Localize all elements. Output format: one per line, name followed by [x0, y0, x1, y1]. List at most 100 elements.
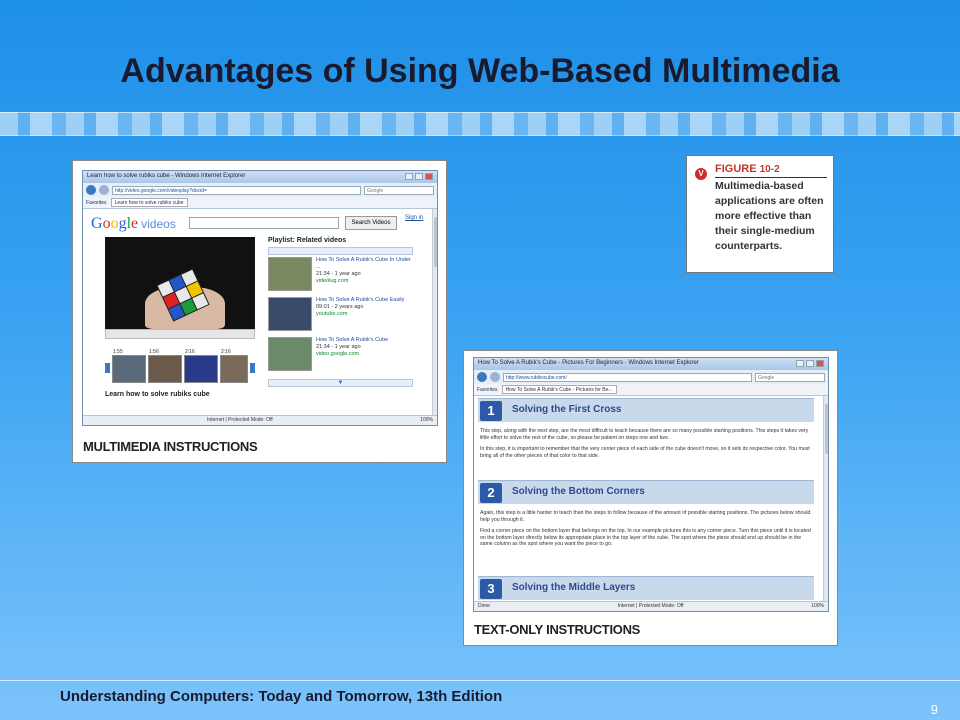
zoom-level[interactable]: 100% [811, 603, 824, 610]
browser-titlebar: Learn how to solve rubiks cube - Windows… [83, 171, 437, 183]
section-number: 3 [480, 579, 502, 599]
address-bar-row: http://www.rubikscube.com/ Google [474, 370, 828, 384]
zoom-level[interactable]: 100% [420, 417, 433, 424]
maximize-icon[interactable] [415, 173, 423, 180]
figure-word: FIGURE [715, 163, 757, 175]
section-header: 3 Solving the Middle Layers [478, 576, 814, 600]
chapter-thumbnail-strip: 1:55 1:56 2:16 2:16 [105, 349, 255, 385]
page-scrollbar[interactable] [432, 209, 437, 417]
forward-arrow-icon[interactable] [490, 372, 500, 382]
browser-tab[interactable]: How To Solve A Rubik's Cube - Pictures f… [501, 385, 617, 394]
chapter-thumbnail[interactable] [148, 355, 182, 383]
page-scrollbar[interactable] [823, 396, 828, 603]
text-instructions-page: 1 Solving the First Cross This step, alo… [474, 396, 828, 603]
status-zone: Internet | Protected Mode: Off [617, 603, 684, 609]
back-arrow-icon[interactable] [86, 185, 96, 195]
section-heading: Solving the Middle Layers [512, 582, 636, 593]
browser-search-input[interactable]: Google [755, 372, 825, 382]
video-thumbnail[interactable] [268, 297, 312, 331]
chapter-thumbnail[interactable] [112, 355, 146, 383]
playlist-item[interactable]: How To Solve A Rubik's Cube 21:34 - 1 ye… [268, 337, 413, 375]
video-controls-bar[interactable] [105, 329, 255, 339]
sign-in-link[interactable]: Sign in [405, 215, 423, 221]
window-controls [796, 360, 824, 368]
video-search-input[interactable] [189, 217, 339, 229]
favorites-button[interactable]: Favorites [477, 387, 498, 393]
section-heading: Solving the Bottom Corners [512, 486, 645, 497]
playlist-item-title[interactable]: How To Solve A Rubik's Cube In Under ... [316, 257, 411, 271]
section-header: 2 Solving the Bottom Corners [478, 480, 814, 504]
favorites-button[interactable]: Favorites [86, 200, 107, 206]
footer-divider [0, 680, 960, 681]
minimize-icon[interactable] [796, 360, 804, 367]
panel-caption: MULTIMEDIA INSTRUCTIONS [83, 439, 258, 454]
back-arrow-icon[interactable] [477, 372, 487, 382]
playlist-item-meta: 09:01 - 2 years ago [316, 304, 364, 310]
strip-left-arrow-icon[interactable] [105, 363, 110, 373]
playlist-item-source: video.google.com [316, 351, 360, 357]
google-video-page: Google videos Search Videos Sign in Playl… [83, 209, 437, 417]
playlist-item[interactable]: How To Solve A Rubik's Cube Easily 09:01… [268, 297, 413, 335]
video-thumbnail[interactable] [268, 337, 312, 371]
slide-title: Advantages of Using Web-Based Multimedia [120, 52, 840, 90]
section-heading: Solving the First Cross [512, 404, 622, 415]
playlist-scroll-up-button[interactable] [268, 247, 413, 255]
section-header: 1 Solving the First Cross [478, 398, 814, 422]
section-number: 1 [480, 401, 502, 421]
url-input[interactable]: http://video.google.com/videoplay?docid= [112, 185, 361, 195]
chapter-thumbnail[interactable] [220, 355, 248, 383]
title-decorative-stripe [0, 112, 960, 136]
scrollbar-thumb[interactable] [825, 404, 828, 454]
favorites-tab-bar: Favorites Learn how to solve rubiks cube [83, 197, 437, 209]
browser-status-bar: Done Internet | Protected Mode: Off 100% [474, 601, 828, 611]
strip-right-arrow-icon[interactable] [250, 363, 255, 373]
google-videos-logo[interactable]: Google videos [91, 215, 176, 233]
window-title: Learn how to solve rubiks cube - Windows… [87, 173, 246, 179]
url-input[interactable]: http://www.rubikscube.com/ [503, 372, 752, 382]
close-icon[interactable] [425, 173, 433, 180]
video-player[interactable] [105, 237, 255, 329]
window-controls [405, 173, 433, 181]
window-title: How To Solve A Rubik's Cube - Pictures F… [478, 360, 699, 366]
text-browser-window: How To Solve A Rubik's Cube - Pictures F… [473, 357, 829, 612]
video-thumbnail[interactable] [268, 257, 312, 291]
section-paragraph: In this step, it is important to remembe… [480, 446, 810, 459]
search-videos-button[interactable]: Search Videos [345, 216, 397, 230]
section-paragraph: Again, this step is a little harder to t… [480, 510, 811, 523]
playlist-item-title[interactable]: How To Solve A Rubik's Cube [316, 337, 411, 344]
multimedia-browser-window: Learn how to solve rubiks cube - Windows… [82, 170, 438, 426]
figure-label: FIGURE 10-2 [715, 163, 780, 175]
figure-number: 10-2 [759, 164, 780, 175]
footer-text: Understanding Computers: Today and Tomor… [60, 688, 503, 705]
playlist-item[interactable]: How To Solve A Rubik's Cube In Under ...… [268, 257, 413, 295]
maximize-icon[interactable] [806, 360, 814, 367]
scrollbar-thumb[interactable] [434, 217, 437, 267]
figure-label-box: V FIGURE 10-2 Multimedia-based applicati… [686, 155, 834, 273]
chapter-thumbnail[interactable] [184, 355, 218, 383]
status-left: Done [478, 603, 490, 609]
playlist-item-source: youtube.com [316, 311, 348, 317]
address-bar-row: http://video.google.com/videoplay?docid=… [83, 183, 437, 197]
close-icon[interactable] [816, 360, 824, 367]
status-zone: Internet | Protected Mode: Off [207, 417, 273, 423]
forward-arrow-icon[interactable] [99, 185, 109, 195]
playlist-item-meta: 21:34 - 1 year ago [316, 344, 361, 350]
panel-caption: TEXT-ONLY INSTRUCTIONS [474, 622, 641, 637]
video-title-label: Learn how to solve rubiks cube [105, 391, 210, 398]
browser-tab[interactable]: Learn how to solve rubiks cube [110, 198, 188, 207]
browser-status-bar: Internet | Protected Mode: Off 100% [83, 415, 437, 425]
text-only-panel: How To Solve A Rubik's Cube - Pictures F… [463, 350, 838, 646]
favorites-tab-bar: Favorites How To Solve A Rubik's Cube - … [474, 384, 828, 396]
section-number: 2 [480, 483, 502, 503]
playlist-scroll-down-button[interactable]: ▼ [268, 379, 413, 387]
section-paragraph: Find a corner piece on the bottom layer … [480, 528, 811, 547]
playlist-item-meta: 21:34 - 1 year ago [316, 271, 361, 277]
browser-search-input[interactable]: Google [364, 185, 434, 195]
playlist-item-source: videolug.com [316, 278, 349, 284]
multimedia-panel: Learn how to solve rubiks cube - Windows… [72, 160, 447, 463]
playlist-title: Playlist: Related videos [268, 237, 347, 244]
section-paragraph: This step, along with the next step, are… [480, 428, 809, 441]
page-number: 9 [930, 702, 938, 717]
playlist-item-title[interactable]: How To Solve A Rubik's Cube Easily [316, 297, 411, 304]
minimize-icon[interactable] [405, 173, 413, 180]
